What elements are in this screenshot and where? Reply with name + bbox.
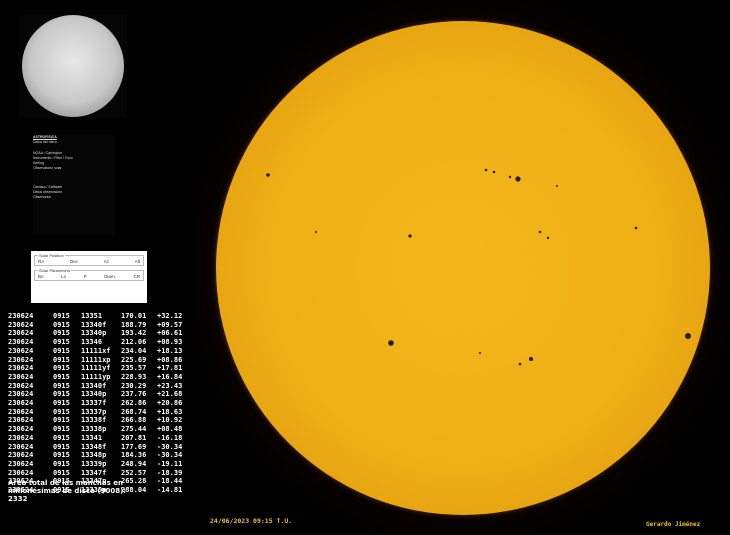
sunspot xyxy=(509,176,511,178)
sunspot xyxy=(529,357,533,361)
sunspot xyxy=(515,176,520,181)
sunspot xyxy=(556,185,558,187)
sunspot xyxy=(479,352,481,354)
sunspot xyxy=(315,231,317,233)
author-credit: Gerardo Jiménez xyxy=(646,521,700,528)
sunspot xyxy=(635,227,638,230)
sunspot xyxy=(485,169,488,172)
sunspot xyxy=(493,171,496,174)
sunspot xyxy=(388,340,394,346)
sunspots xyxy=(0,0,730,535)
sunspot xyxy=(685,333,691,339)
sunspot xyxy=(408,234,411,237)
sunspot xyxy=(519,363,522,366)
sunspot xyxy=(547,237,549,239)
sunspot xyxy=(266,173,270,177)
observation-date: 24/06/2023 09:15 T.U. xyxy=(210,517,292,525)
sunspot xyxy=(539,231,541,233)
